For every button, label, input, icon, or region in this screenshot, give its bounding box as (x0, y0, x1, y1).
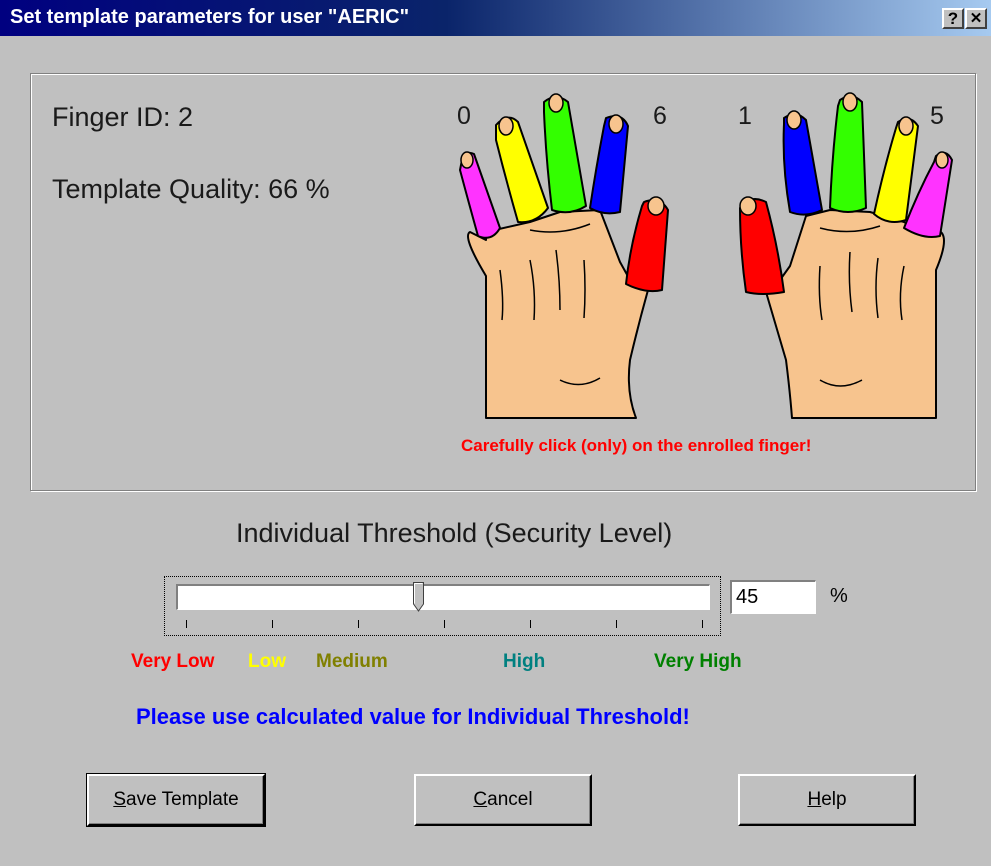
finger-number-1: 1 (738, 102, 752, 130)
slider-tick (186, 620, 187, 628)
threshold-slider-track[interactable] (176, 584, 710, 610)
save-template-label: ave Template (126, 789, 239, 810)
template-quality-label: Template Quality: 66 % (52, 174, 330, 204)
cancel-label: ancel (487, 789, 533, 810)
cancel-mnemonic: C (473, 789, 488, 810)
threshold-value-input[interactable] (730, 580, 816, 614)
slider-tick (616, 620, 617, 628)
level-low: Low (248, 651, 286, 672)
level-very-high: Very High (654, 651, 742, 672)
cancel-button[interactable]: Cancel (414, 774, 592, 826)
level-medium: Medium (316, 651, 388, 672)
threshold-title: Individual Threshold (Security Level) (236, 518, 673, 548)
level-high: High (503, 651, 546, 672)
slider-tick (444, 620, 445, 628)
finger-number-0: 0 (457, 102, 471, 130)
slider-tick (702, 620, 703, 628)
threshold-hint: Please use calculated value for Individu… (136, 704, 690, 729)
finger-number-6: 6 (653, 102, 667, 130)
slider-tick (272, 620, 273, 628)
finger-number-5: 5 (930, 102, 944, 130)
level-very-low: Very Low (131, 651, 215, 672)
threshold-slider-thumb[interactable] (413, 582, 425, 612)
dialog-window: Set template parameters for user "AERIC"… (0, 0, 991, 866)
finger-id-label: Finger ID: 2 (52, 102, 194, 132)
save-template-button[interactable]: Save Template (86, 773, 266, 827)
slider-tick (530, 620, 531, 628)
percent-unit-label: % (830, 585, 848, 607)
enrolled-finger-instruction: Carefully click (only) on the enrolled f… (461, 436, 812, 455)
help-label: elp (821, 789, 847, 810)
window-title: Set template parameters for user "AERIC" (10, 6, 410, 28)
help-button[interactable]: Help (738, 774, 916, 826)
help-title-button[interactable]: ? (942, 8, 964, 29)
close-button[interactable]: ✕ (965, 8, 987, 29)
save-template-mnemonic: S (113, 789, 126, 810)
help-mnemonic: H (807, 789, 822, 810)
title-bar: Set template parameters for user "AERIC"… (0, 0, 991, 36)
slider-tick (358, 620, 359, 628)
